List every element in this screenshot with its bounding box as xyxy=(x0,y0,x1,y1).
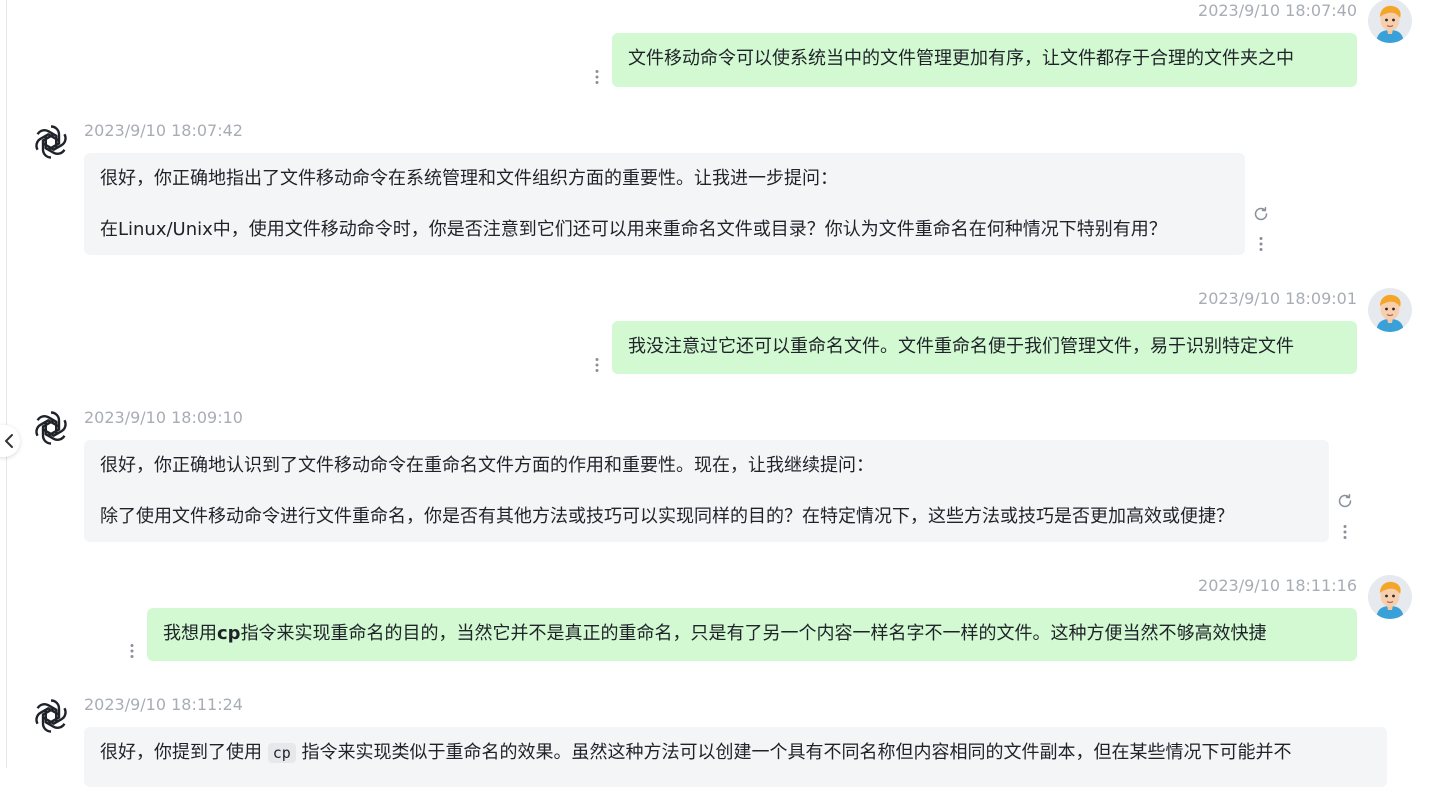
sidebar-divider xyxy=(6,0,7,768)
message-timestamp: 2023/9/10 18:09:10 xyxy=(84,408,243,427)
more-options-icon[interactable] xyxy=(1342,524,1348,540)
message-timestamp: 2023/9/10 18:09:01 xyxy=(1198,289,1357,308)
openai-logo-icon xyxy=(31,408,71,448)
more-options-icon[interactable] xyxy=(1258,236,1264,252)
assistant-message-bubble: 很好，你正确地指出了文件移动命令在系统管理和文件组织方面的重要性。让我进一步提问… xyxy=(84,153,1245,255)
message-text: 文件移动命令可以使系统当中的文件管理更加有序，让文件都存于合理的文件夹之中 xyxy=(628,48,1294,69)
assistant-message-bubble: 很好，你提到了使用 cp 指令来实现类似于重命名的效果。虽然这种方法可以创建一个… xyxy=(84,727,1387,787)
message-paragraph: 很好，你正确地指出了文件移动命令在系统管理和文件组织方面的重要性。让我进一步提问… xyxy=(100,168,838,189)
message-text: 很好，你提到了使用 xyxy=(100,742,268,763)
user-avatar xyxy=(1368,288,1412,332)
user-message-bubble: 我没注意过它还可以重命名文件。文件重命名便于我们管理文件，易于识别特定文件 xyxy=(612,321,1357,374)
message-timestamp: 2023/9/10 18:07:40 xyxy=(1198,1,1357,20)
message-paragraph: 在Linux/Unix中，使用文件移动命令时，你是否注意到它们还可以用来重命名文… xyxy=(100,219,1167,240)
chevron-left-icon xyxy=(5,434,13,448)
message-timestamp: 2023/9/10 18:07:42 xyxy=(84,121,243,140)
user-message-bubble: 我想用cp指令来实现重命名的目的，当然它并不是真正的重命名，只是有了另一个内容一… xyxy=(147,608,1357,661)
assistant-message-bubble: 很好，你正确地认识到了文件移动命令在重命名文件方面的作用和重要性。现在，让我继续… xyxy=(84,440,1329,542)
more-options-icon[interactable] xyxy=(594,357,600,373)
refresh-icon[interactable] xyxy=(1337,493,1353,509)
user-avatar xyxy=(1368,575,1412,619)
openai-logo-icon xyxy=(31,122,71,162)
message-timestamp: 2023/9/10 18:11:16 xyxy=(1198,576,1357,595)
message-text: 我想用 xyxy=(163,623,217,644)
message-text-bold: cp xyxy=(217,623,241,644)
message-text: 我没注意过它还可以重命名文件。文件重命名便于我们管理文件，易于识别特定文件 xyxy=(628,336,1294,357)
message-timestamp: 2023/9/10 18:11:24 xyxy=(84,695,243,714)
message-text: 指令来实现类似于重命名的效果。虽然这种方法可以创建一个具有不同名称但内容相同的文… xyxy=(295,742,1292,763)
message-paragraph: 除了使用文件移动命令进行文件重命名，你是否有其他方法或技巧可以实现同样的目的？在… xyxy=(100,506,1234,527)
message-paragraph: 很好，你正确地认识到了文件移动命令在重命名文件方面的作用和重要性。现在，让我继续… xyxy=(100,455,874,476)
collapse-sidebar-button[interactable] xyxy=(0,425,20,457)
more-options-icon[interactable] xyxy=(129,643,135,659)
more-options-icon[interactable] xyxy=(594,69,600,85)
openai-logo-icon xyxy=(31,696,71,736)
user-avatar xyxy=(1368,0,1412,43)
message-text: 指令来实现重命名的目的，当然它并不是真正的重命名，只是有了另一个内容一样名字不一… xyxy=(240,623,1267,644)
user-message-bubble: 文件移动命令可以使系统当中的文件管理更加有序，让文件都存于合理的文件夹之中 xyxy=(612,33,1357,87)
inline-code: cp xyxy=(267,743,296,763)
refresh-icon[interactable] xyxy=(1253,206,1269,222)
